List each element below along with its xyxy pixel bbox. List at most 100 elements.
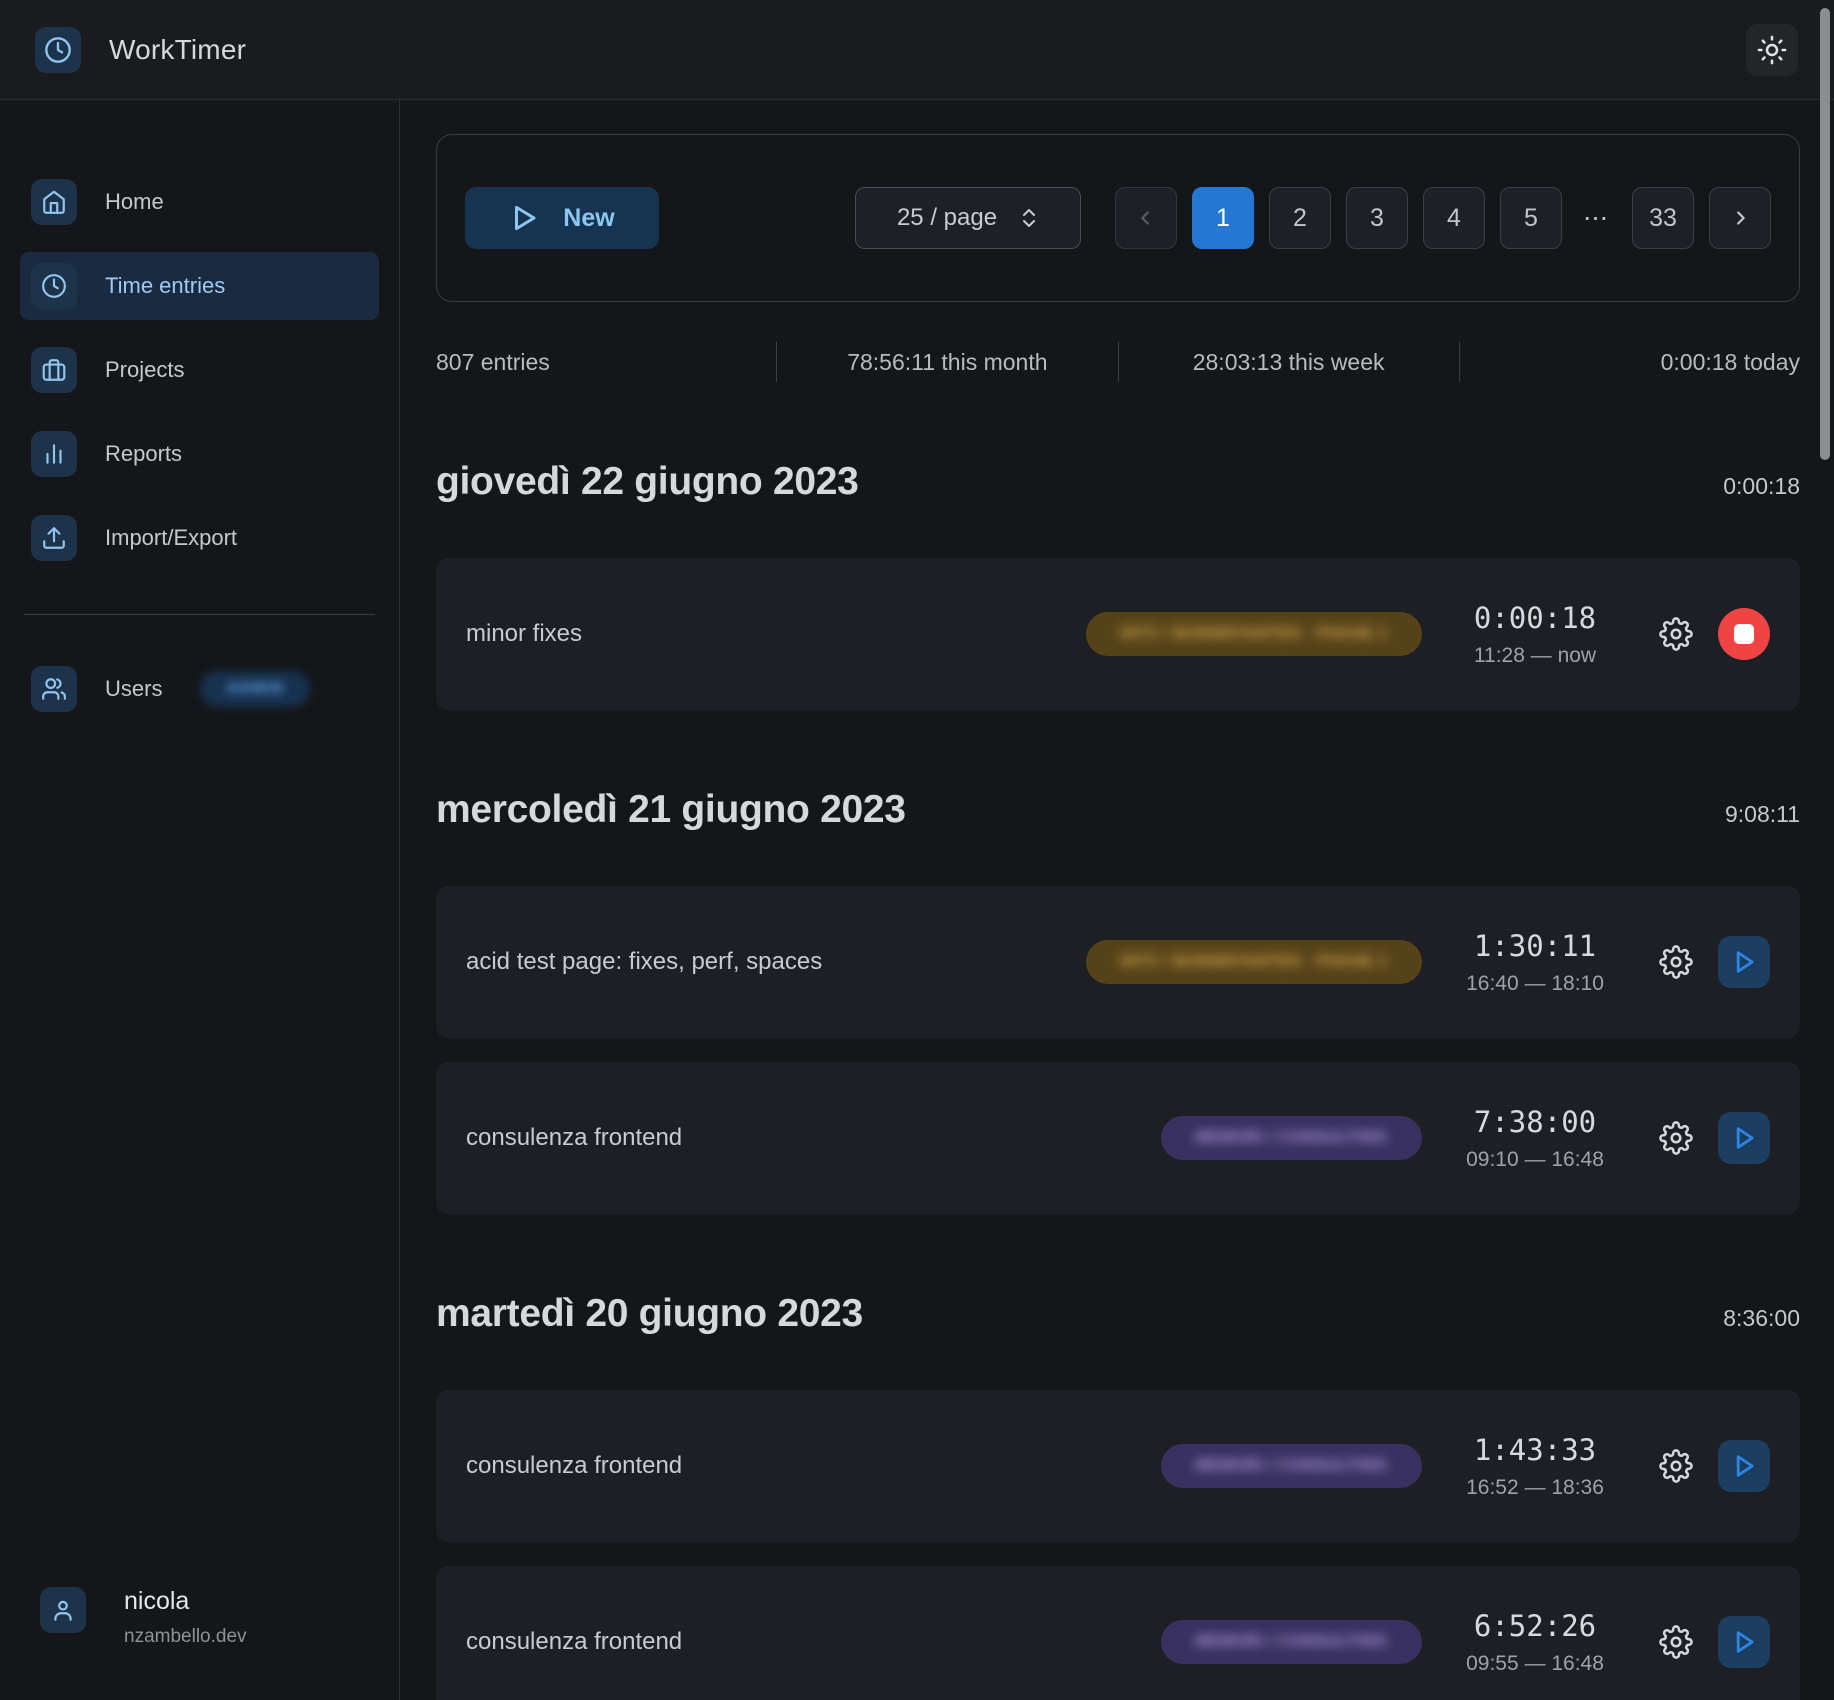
day-total: 0:00:18 [1723,473,1800,500]
admin-badge: ADMIN [200,671,309,707]
play-icon [1730,1452,1758,1480]
sidebar-divider [24,614,375,615]
entry-title: acid test page: fixes, perf, spaces [466,948,822,976]
sidebar-item-label: Time entries [105,273,225,299]
page-button-3[interactable]: 3 [1346,187,1408,249]
entry-range: 09:10 — 16:48 [1440,1148,1630,1172]
clock-icon [31,263,77,309]
sidebar-item-label: Projects [105,357,184,383]
user-name: nicola [124,1587,247,1616]
sidebar-item-label: Import/Export [105,525,237,551]
entry-duration: 1:43:33 [1440,1433,1630,1467]
user-icon [40,1587,86,1633]
new-entry-label: New [563,204,614,233]
users-icon [31,666,77,712]
app-header: WorkTimer [0,0,1834,100]
next-page-button[interactable] [1709,187,1771,249]
theme-toggle-button[interactable] [1746,24,1798,76]
chevron-left-icon [1135,207,1157,229]
day-title: martedì 20 giugno 2023 [436,1292,863,1336]
chevron-right-icon [1729,207,1751,229]
entry-range: 16:52 — 18:36 [1440,1476,1630,1500]
entry-duration: 0:00:18 [1440,601,1630,635]
project-badge[interactable]: MEMORI / CONSULTING [1161,1116,1422,1160]
project-badge-label: MEMORI / CONSULTING [1195,1129,1388,1147]
entry-range: 16:40 — 18:10 [1440,972,1630,996]
play-icon [1730,1628,1758,1656]
stat-today: 0:00:18 today [1460,349,1800,376]
entry-settings-button[interactable] [1656,614,1696,654]
page-button-4[interactable]: 4 [1423,187,1485,249]
gear-icon [1659,617,1693,651]
page-button-2[interactable]: 2 [1269,187,1331,249]
clock-icon [44,36,72,64]
sidebar-item-time-entries[interactable]: Time entries [20,252,379,320]
stop-timer-button[interactable] [1718,608,1770,660]
user-domain: nzambello.dev [124,1626,247,1648]
sidebar-item-home[interactable]: Home [20,168,379,236]
chevron-up-down-icon [1019,206,1039,230]
sidebar-item-reports[interactable]: Reports [20,420,379,488]
page-size-select[interactable]: 25 / page [855,187,1081,249]
sidebar-item-users[interactable]: Users ADMIN [20,655,379,723]
time-entry-row: minor fixes INTX / BONNEFANTEN - PHASE 1… [436,558,1800,710]
play-icon [509,203,539,233]
stop-icon [1734,624,1754,644]
entry-settings-button[interactable] [1656,1446,1696,1486]
scrollbar-thumb[interactable] [1820,8,1830,460]
project-badge[interactable]: MEMORI / CONSULTING [1161,1444,1422,1488]
entry-settings-button[interactable] [1656,1118,1696,1158]
start-timer-button[interactable] [1718,1112,1770,1164]
day-title: giovedì 22 giugno 2023 [436,460,859,504]
entry-title: minor fixes [466,620,582,648]
start-timer-button[interactable] [1718,1440,1770,1492]
entry-settings-button[interactable] [1656,1622,1696,1662]
prev-page-button[interactable] [1115,187,1177,249]
stats-bar: 807 entries 78:56:11 this month 28:03:13… [436,342,1800,382]
page-button-1[interactable]: 1 [1192,187,1254,249]
main-content: New 25 / page 1 2 3 4 5 ⋯ [400,100,1834,1700]
time-entry-row: acid test page: fixes, perf, spaces INTX… [436,886,1800,1038]
sidebar-item-label: Reports [105,441,182,467]
project-badge[interactable]: MEMORI / CONSULTING [1161,1620,1422,1664]
start-timer-button[interactable] [1718,936,1770,988]
entry-list: minor fixes INTX / BONNEFANTEN - PHASE 1… [436,558,1800,710]
upload-icon [31,515,77,561]
project-badge-label: MEMORI / CONSULTING [1195,1633,1388,1651]
entry-settings-button[interactable] [1656,942,1696,982]
sun-icon [1757,35,1787,65]
project-badge-label: INTX / BONNEFANTEN - PHASE 1 [1120,953,1388,971]
sidebar-item-projects[interactable]: Projects [20,336,379,404]
sidebar-item-import-export[interactable]: Import/Export [20,504,379,572]
sidebar-item-label: Users [105,676,162,702]
project-badge[interactable]: INTX / BONNEFANTEN - PHASE 1 [1086,612,1422,656]
project-badge-label: MEMORI / CONSULTING [1195,1457,1388,1475]
project-badge-label: INTX / BONNEFANTEN - PHASE 1 [1120,625,1388,643]
day-section: giovedì 22 giugno 2023 0:00:18 minor fix… [436,460,1800,710]
entry-title: consulenza frontend [466,1452,682,1480]
page-button-last[interactable]: 33 [1632,187,1694,249]
gear-icon [1659,1121,1693,1155]
entry-duration: 1:30:11 [1440,929,1630,963]
time-entry-row: consulenza frontend MEMORI / CONSULTING … [436,1390,1800,1542]
day-list: giovedì 22 giugno 2023 0:00:18 minor fix… [436,460,1800,1700]
time-entry-row: consulenza frontend MEMORI / CONSULTING … [436,1566,1800,1700]
entry-range: 09:55 — 16:48 [1440,1652,1630,1676]
page-size-value: 25 / page [897,204,997,232]
bar-chart-icon [31,431,77,477]
entry-title: consulenza frontend [466,1124,682,1152]
entry-list: consulenza frontend MEMORI / CONSULTING … [436,1390,1800,1700]
stat-this-month: 78:56:11 this month [777,349,1117,376]
project-badge[interactable]: INTX / BONNEFANTEN - PHASE 1 [1086,940,1422,984]
gear-icon [1659,1625,1693,1659]
time-entry-row: consulenza frontend MEMORI / CONSULTING … [436,1062,1800,1214]
page-button-5[interactable]: 5 [1500,187,1562,249]
stat-this-week: 28:03:13 this week [1119,349,1459,376]
start-timer-button[interactable] [1718,1616,1770,1668]
new-entry-button[interactable]: New [465,187,659,249]
pagination-ellipsis: ⋯ [1577,203,1617,233]
play-icon [1730,1124,1758,1152]
sidebar-item-label: Home [105,189,164,215]
current-user-card[interactable]: nicola nzambello.dev [40,1587,247,1648]
day-title: mercoledì 21 giugno 2023 [436,788,906,832]
